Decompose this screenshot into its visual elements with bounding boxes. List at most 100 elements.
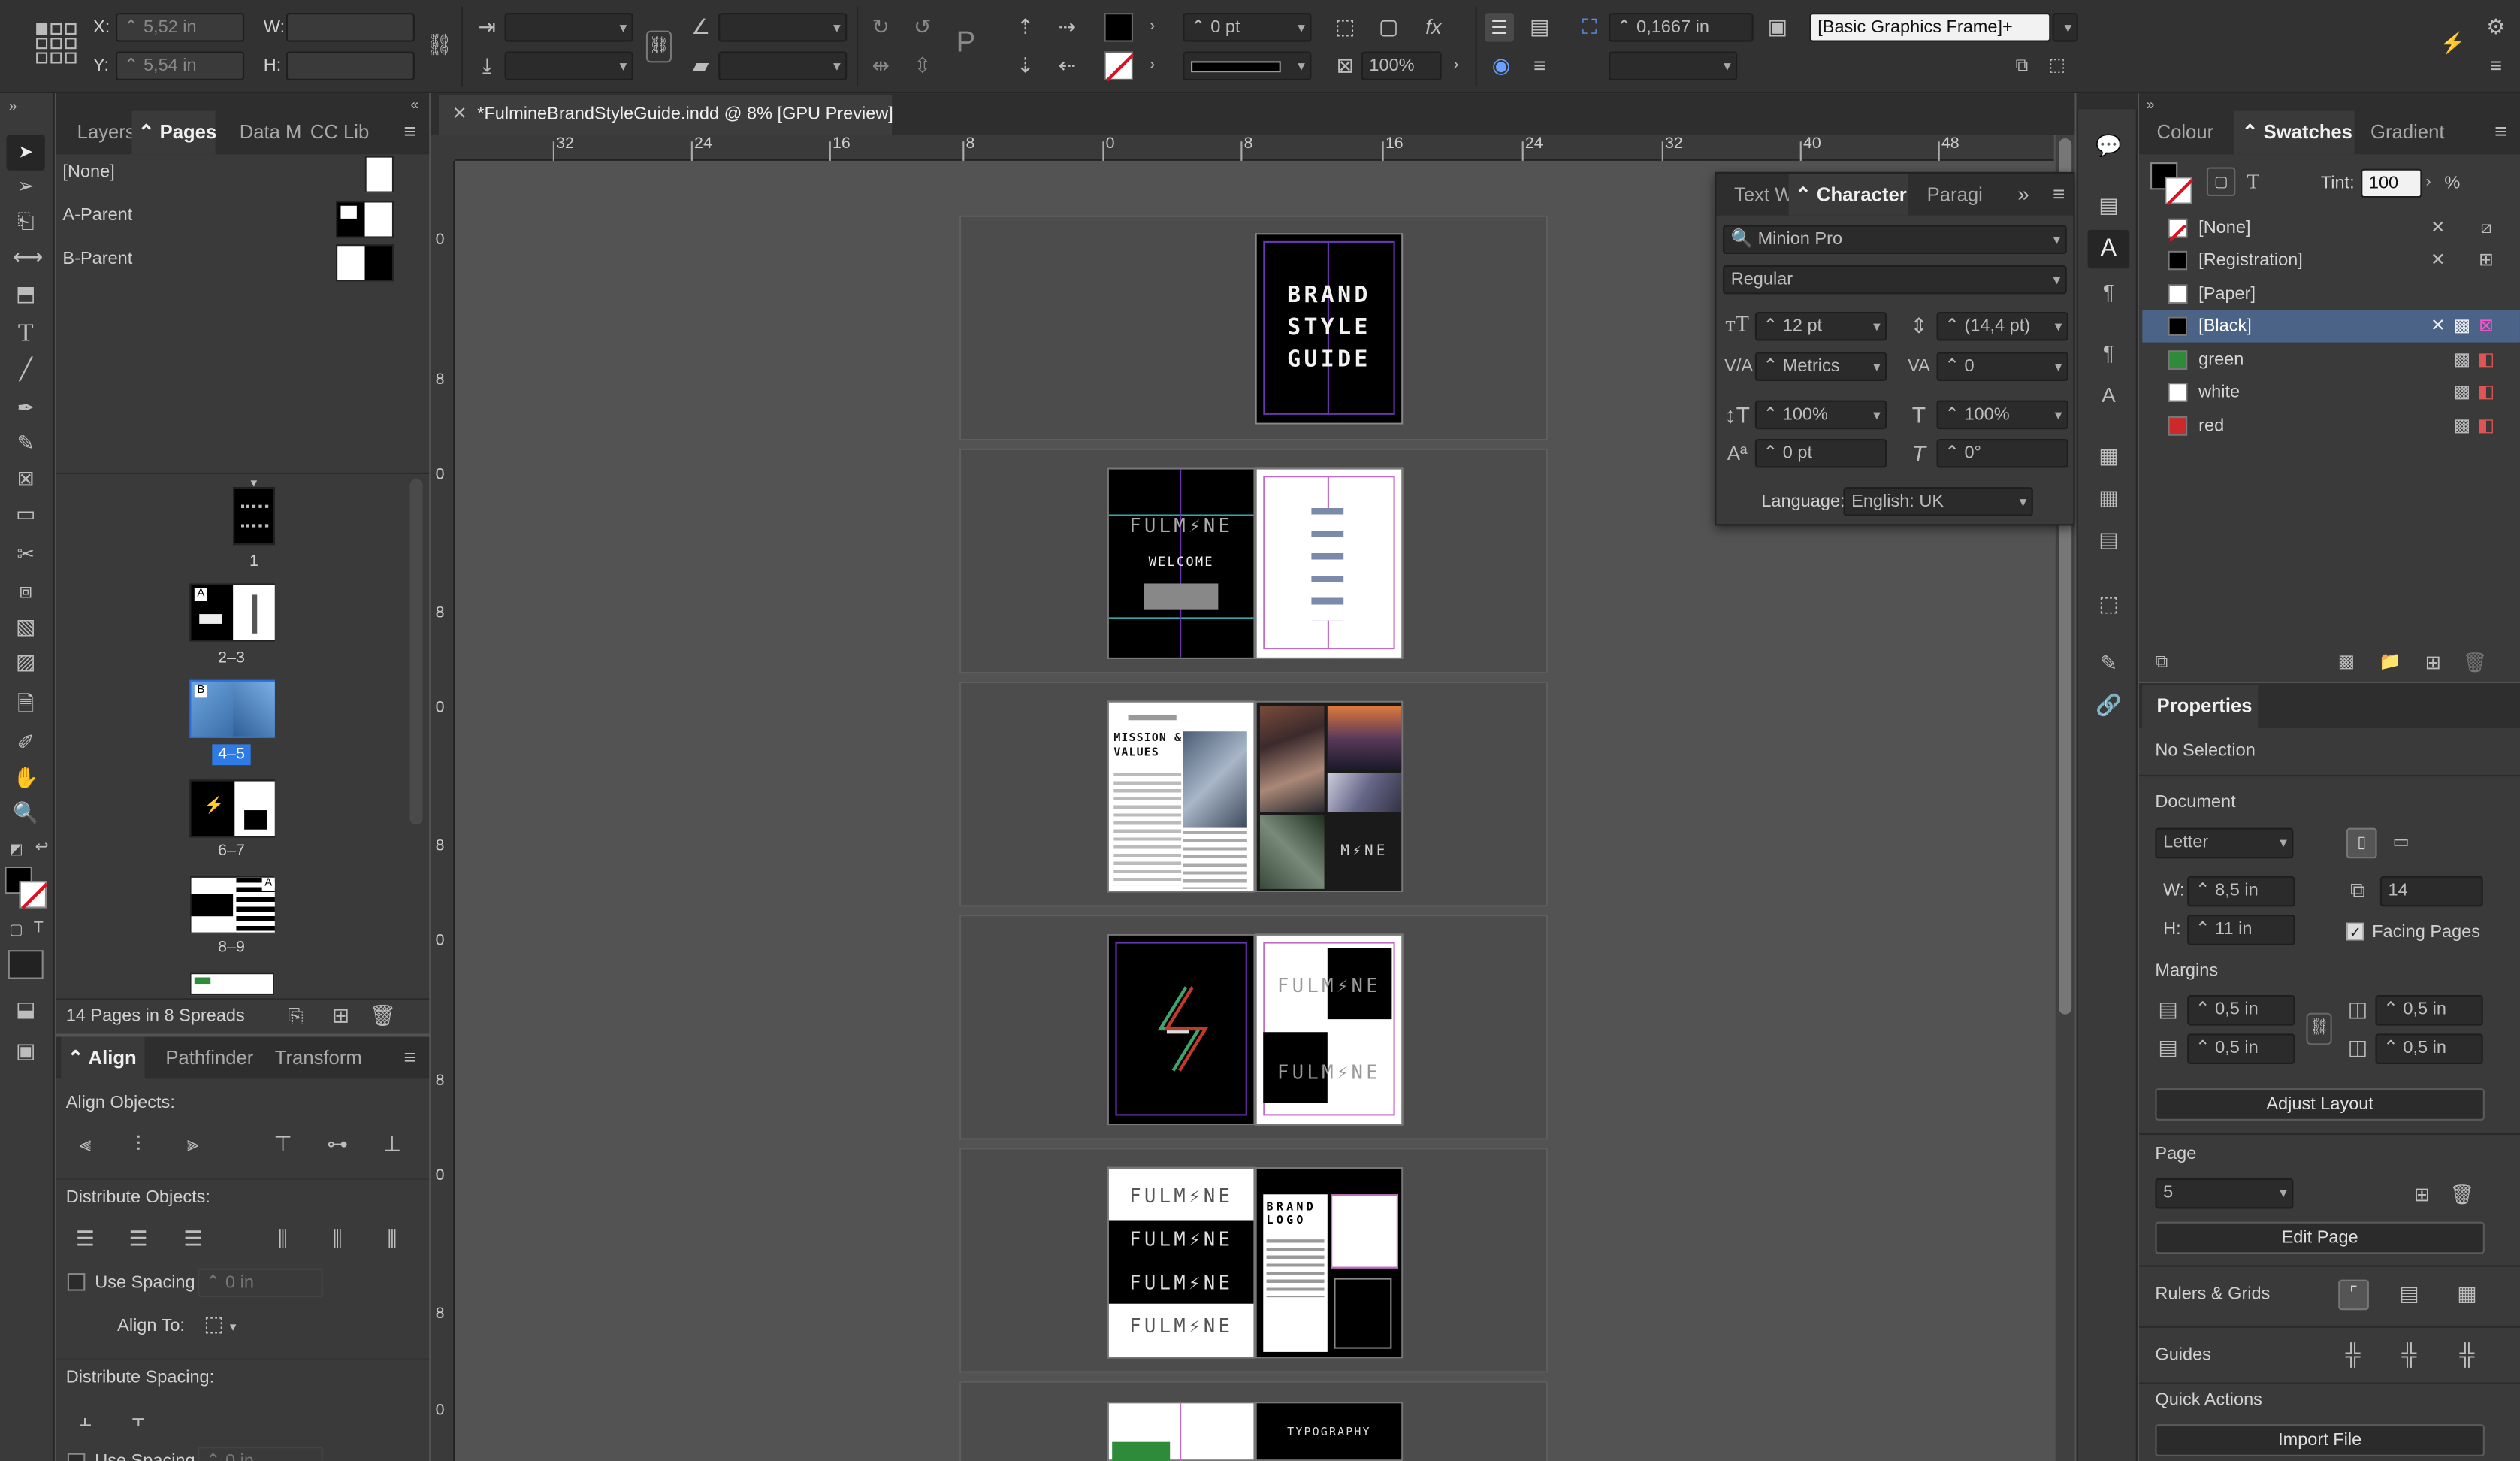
screen-mode-icon[interactable]: ⬓: [13, 997, 38, 1022]
pages-count-field[interactable]: 14: [2379, 876, 2483, 907]
selection-tool-icon[interactable]: ➤: [6, 135, 45, 171]
tab-character[interactable]: ⌃ Character: [1795, 174, 1906, 216]
facing-pages-checkbox[interactable]: ✓: [2346, 922, 2364, 941]
effects-fx-icon[interactable]: fx: [1421, 14, 1446, 40]
paragraph-styles-icon[interactable]: ¶: [2095, 340, 2121, 366]
hand-tool-icon[interactable]: ✋: [13, 765, 39, 791]
swatch-folder-icon[interactable]: 📁: [2377, 649, 2403, 675]
remove-page-icon[interactable]: 🗑: [2449, 1181, 2475, 1207]
page-number-dropdown[interactable]: 5: [2155, 1178, 2294, 1209]
flip-horizontal-icon[interactable]: ⇹: [868, 53, 893, 79]
swatch-row-registration[interactable]: [Registration] ✕ ⊞: [2142, 244, 2520, 277]
new-swatch-icon[interactable]: ⊞: [2420, 649, 2446, 675]
select-content-icon[interactable]: ⇣: [1013, 53, 1038, 79]
swatch-row-paper[interactable]: [Paper]: [2142, 278, 2520, 310]
close-document-icon[interactable]: ✕: [447, 101, 473, 127]
y-field[interactable]: ⌃ 5,54 in: [116, 51, 245, 80]
view-mode-icon[interactable]: ▣: [13, 1039, 38, 1064]
use-spacing-checkbox-2[interactable]: [67, 1453, 86, 1461]
doc-width-field[interactable]: ⌃ 8,5 in: [2187, 876, 2295, 907]
direct-selection-tool-icon[interactable]: ➢: [13, 174, 38, 199]
import-file-button[interactable]: Import File: [2155, 1424, 2485, 1456]
margin-top-field[interactable]: ⌃ 0,5 in: [2187, 995, 2295, 1026]
baseline-shift-field[interactable]: ⌃ 0 pt: [1754, 438, 1887, 468]
swatches-menu-icon[interactable]: ≡: [2488, 119, 2513, 144]
swatch-stroke-box[interactable]: [2165, 177, 2194, 206]
table-styles-icon[interactable]: ▦: [2095, 485, 2121, 511]
use-spacing-field-2[interactable]: ⌃ 0 in: [198, 1447, 323, 1461]
cell-styles-icon[interactable]: ▤: [2095, 528, 2121, 553]
w-field[interactable]: [286, 13, 415, 42]
master-b-parent[interactable]: B-Parent: [62, 250, 132, 269]
page-thumb-4-5[interactable]: B: [189, 679, 275, 738]
object-style-field[interactable]: [Basic Graphics Frame]+: [1809, 13, 2051, 42]
distribute-hcenter-icon[interactable]: ⫼: [325, 1227, 350, 1252]
tab-colour[interactable]: Colour: [2157, 111, 2214, 153]
tab-gradient[interactable]: Gradient: [2370, 111, 2444, 153]
tint-arrow[interactable]: ›: [2416, 171, 2441, 196]
text-wrap-panel-icon[interactable]: ▤: [2095, 193, 2121, 219]
frame-fit-icon[interactable]: ⬚: [1332, 14, 1358, 40]
pages-scrollbar[interactable]: [409, 479, 423, 825]
show-swatch-kinds-icon[interactable]: ⧉: [2149, 649, 2174, 675]
apply-color-icon[interactable]: [8, 950, 44, 979]
opacity-arrow[interactable]: ›: [1443, 53, 1469, 79]
portrait-orientation-button[interactable]: ▯: [2346, 827, 2377, 859]
vertical-scale-field[interactable]: ⌃ 100%: [1754, 400, 1887, 430]
distribute-right-icon[interactable]: ⫼: [379, 1227, 405, 1252]
quick-apply-icon[interactable]: ⬚: [2044, 53, 2070, 79]
free-transform-tool-icon[interactable]: ⧈: [13, 579, 38, 604]
add-page-icon[interactable]: ⊞: [2409, 1181, 2434, 1207]
master-a-thumb[interactable]: [336, 201, 394, 238]
scale-x-field[interactable]: [504, 13, 633, 42]
comments-panel-icon[interactable]: 💬: [2095, 134, 2122, 159]
page-thumb-1[interactable]: [233, 487, 275, 546]
tab-transform[interactable]: Transform: [275, 1037, 362, 1079]
adjust-layout-button[interactable]: Adjust Layout: [2155, 1088, 2485, 1121]
links-panel-icon[interactable]: 🔗: [2095, 693, 2122, 718]
font-size-field[interactable]: ⌃ 12 pt: [1754, 311, 1887, 341]
swatch-row-none[interactable]: [None] ✕ ⧄: [2142, 212, 2520, 244]
distribute-vertical-space-icon[interactable]: ⫠: [72, 1407, 98, 1432]
stroke-color-box[interactable]: [19, 881, 48, 910]
tab-properties[interactable]: Properties: [2157, 685, 2253, 727]
note-tool-icon[interactable]: 🗎: [13, 691, 38, 717]
fill-swatch[interactable]: [1104, 13, 1133, 42]
object-styles-icon[interactable]: ⬚: [2095, 591, 2121, 617]
tab-data-merge[interactable]: Data M: [240, 111, 302, 153]
fill-menu-arrow[interactable]: ›: [1140, 14, 1165, 40]
zoom-tool-icon[interactable]: 🔍: [13, 800, 39, 826]
scale-y-field[interactable]: [504, 51, 633, 80]
document-grid-icon[interactable]: ▦: [2454, 1281, 2479, 1307]
swatch-row-green[interactable]: green ▩ ◧: [2142, 344, 2520, 377]
select-previous-icon[interactable]: ⇠: [1054, 53, 1080, 79]
page-7[interactable]: FULM⚡NE FULM⚡NE: [1255, 933, 1404, 1126]
constrain-link-icon[interactable]: ⛓: [426, 32, 452, 58]
tab-align[interactable]: ⌃ Align: [68, 1037, 137, 1079]
tab-swatches[interactable]: ⌃ Swatches: [2242, 111, 2352, 153]
lightning-icon[interactable]: ⚡: [2440, 31, 2466, 56]
cover-page[interactable]: BRAND STYLE GUIDE: [1255, 233, 1404, 425]
character-panel-icon[interactable]: A: [2087, 229, 2130, 269]
flip-vertical-icon[interactable]: ⇳: [910, 53, 935, 79]
text-wrap-jump-icon[interactable]: ≡: [1527, 53, 1552, 79]
formatting-container-button[interactable]: ▢: [2206, 167, 2236, 196]
distribute-vcenter-icon[interactable]: ☰: [125, 1227, 151, 1252]
corner-options-icon[interactable]: ⛶: [1576, 14, 1602, 40]
content-collector-icon[interactable]: ⬒: [13, 281, 38, 307]
language-dropdown[interactable]: English: UK: [1843, 487, 2033, 516]
distribute-bottom-icon[interactable]: ☰: [180, 1227, 206, 1252]
pencil-tool-icon[interactable]: ✎: [13, 431, 38, 456]
new-page-icon[interactable]: ⊞: [328, 1003, 353, 1029]
text-wrap-none-icon[interactable]: ☰: [1485, 13, 1514, 42]
page-3[interactable]: [1255, 467, 1404, 659]
select-next-icon[interactable]: ⇢: [1054, 14, 1080, 40]
character-menu-icon[interactable]: ≡: [2046, 182, 2071, 207]
constrain-scale-icon[interactable]: ⛓: [645, 30, 672, 63]
tab-paragraph[interactable]: Paragi: [1927, 174, 1983, 216]
eyedropper-tool-icon[interactable]: ✐: [13, 730, 38, 755]
align-vertical-centers-icon[interactable]: ⊶: [325, 1132, 350, 1157]
tab-cc-libraries[interactable]: CC Lib: [310, 111, 369, 153]
master-b-thumb[interactable]: [336, 244, 394, 282]
formatting-text-button[interactable]: T: [2241, 169, 2266, 195]
